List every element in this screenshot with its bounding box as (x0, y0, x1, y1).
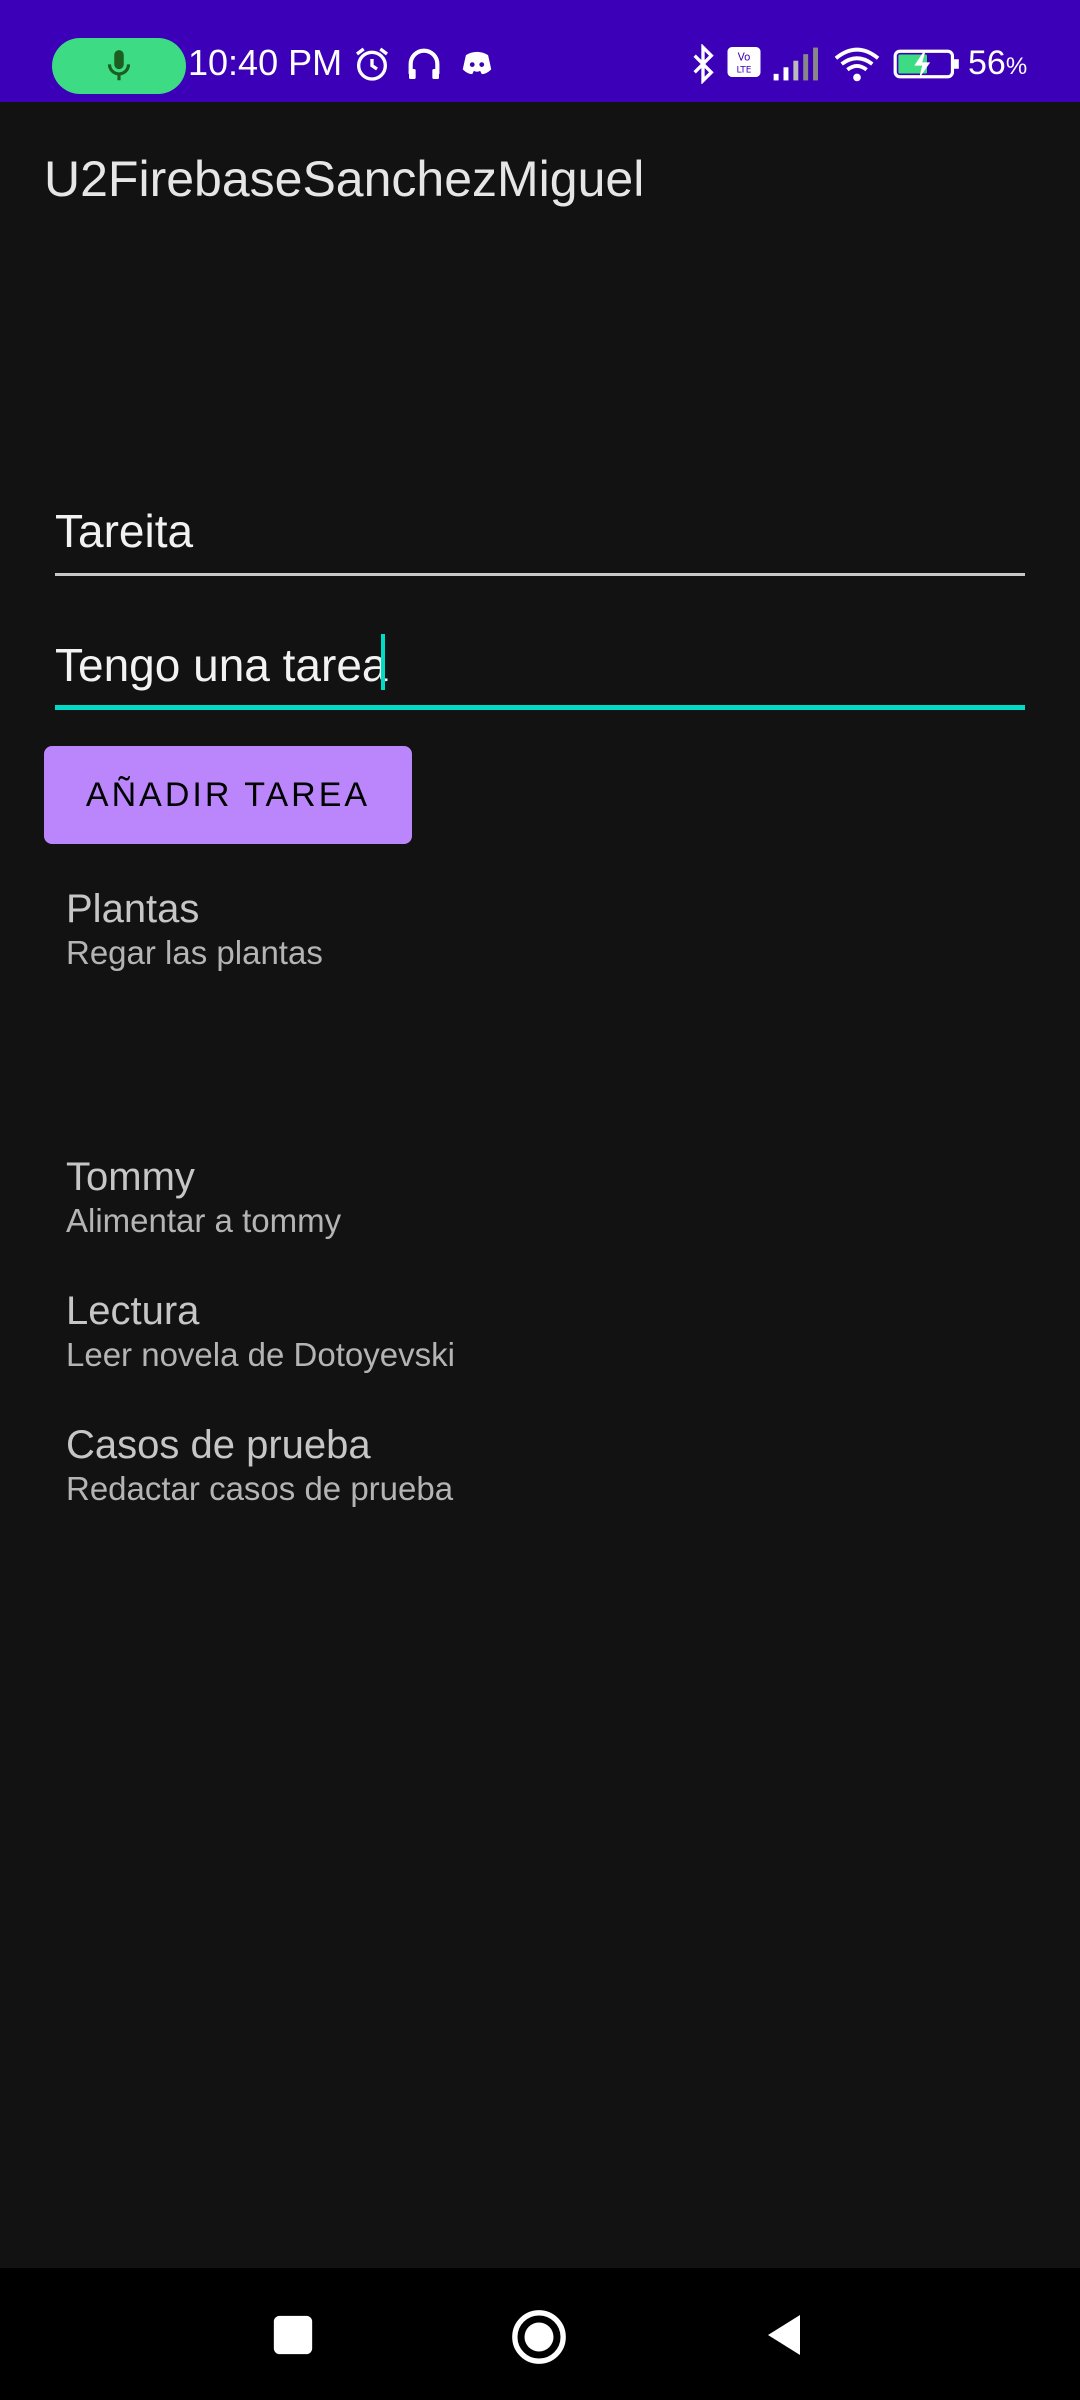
list-item[interactable]: Casos de prueba Redactar casos de prueba (66, 1422, 966, 1510)
task-description: Regar las plantas (66, 934, 323, 971)
headphones-icon (408, 48, 440, 79)
list-item[interactable]: Lectura Leer novela de Dotoyevski (66, 1288, 966, 1376)
volte-icon: Vo LTE (727, 47, 761, 77)
task-description: Leer novela de Dotoyevski (66, 1336, 455, 1373)
wifi-icon (834, 47, 880, 82)
list-item[interactable]: Plantas Regar las plantas (66, 886, 966, 974)
task-title-underline (55, 573, 1025, 576)
svg-text:Vo: Vo (738, 52, 751, 64)
svg-text:LTE: LTE (737, 66, 752, 76)
back-triangle-icon[interactable] (760, 2310, 808, 2360)
mic-icon (107, 50, 131, 81)
home-circle-icon[interactable] (510, 2308, 568, 2366)
task-title: Lectura (66, 1289, 200, 1333)
task-description-input[interactable] (55, 630, 1025, 700)
task-description-underline (55, 705, 1025, 710)
status-bar: 10:40 PM Vo LTE 56% (0, 0, 1080, 102)
task-title: Tommy (66, 1155, 195, 1199)
app-title: U2FirebaseSanchezMiguel (44, 151, 645, 207)
status-time: 10:40 PM (188, 42, 343, 83)
text-cursor (381, 634, 385, 690)
add-task-button[interactable]: AÑADIR TAREA (44, 746, 412, 844)
battery-charging-icon (893, 49, 959, 79)
alarm-icon (356, 47, 388, 81)
navigation-bar (0, 2268, 1080, 2400)
bluetooth-icon (693, 44, 714, 84)
task-title: Plantas (66, 887, 200, 931)
task-description: Alimentar a tommy (66, 1202, 342, 1239)
signal-icon (773, 47, 818, 81)
task-title: Casos de prueba (66, 1423, 371, 1467)
mic-in-use-indicator[interactable] (52, 38, 186, 94)
recents-square-icon[interactable] (270, 2312, 316, 2358)
task-title-field[interactable] (55, 496, 1025, 576)
task-title-input[interactable] (55, 496, 1025, 566)
task-description-field[interactable] (55, 630, 1025, 710)
list-item[interactable]: Tommy Alimentar a tommy (66, 1154, 966, 1242)
discord-icon (462, 51, 492, 75)
task-description: Redactar casos de prueba (66, 1470, 454, 1507)
battery-percent: 56% (968, 44, 1028, 82)
